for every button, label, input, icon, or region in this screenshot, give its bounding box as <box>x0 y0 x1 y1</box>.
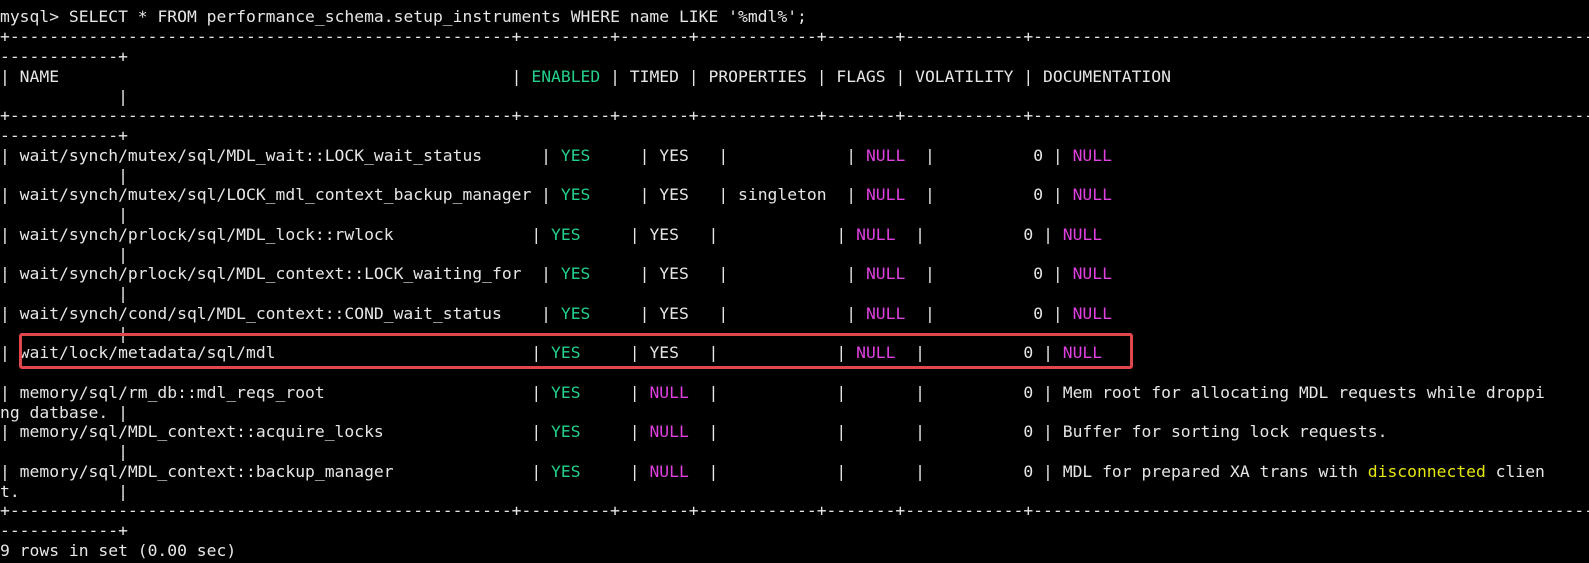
sql-command: SELECT * FROM performance_schema.setup_i… <box>68 7 807 26</box>
table-row: | memory/sql/rm_db::mdl_reqs_root | YES … <box>0 383 1545 403</box>
row-sep: | <box>590 185 660 204</box>
row-timed: NULL <box>649 422 689 441</box>
row-name-cell: | wait/synch/mutex/sql/MDL_wait::LOCK_wa… <box>0 146 561 165</box>
row-sep: | <box>590 304 660 323</box>
table-row-wrap: | <box>0 324 128 343</box>
table-border-mid-wrap: ------------+ <box>0 126 128 145</box>
row-rest: | | | 0 | Mem root for allocating MDL re… <box>688 383 1545 402</box>
table-row: | wait/synch/prlock/sql/MDL_context::LOC… <box>0 264 1112 284</box>
table-border-bottom-wrap: ------------+ <box>0 521 128 540</box>
table-row: | wait/synch/mutex/sql/MDL_wait::LOCK_wa… <box>0 146 1112 166</box>
row-timed: NULL <box>649 462 689 481</box>
row-documentation: NULL <box>1072 304 1112 323</box>
table-row-wrap: | <box>0 442 128 461</box>
row-volatility: | 0 | <box>905 304 1073 323</box>
row-flags: NULL <box>856 225 896 244</box>
header-rest: | TIMED | PROPERTIES | FLAGS | VOLATILIT… <box>600 67 1171 86</box>
row-timed: NULL <box>649 383 689 402</box>
row-volatility: | 0 | <box>895 343 1063 362</box>
row-flags: NULL <box>865 146 906 165</box>
header-name: | NAME | <box>0 67 532 86</box>
row-timed: YES <box>659 185 689 204</box>
row-properties: | | <box>688 264 866 283</box>
row-volatility: | 0 | <box>905 185 1073 204</box>
row-name-cell: | memory/sql/rm_db::mdl_reqs_root | <box>0 383 552 402</box>
table-row-wrap: | <box>0 205 128 224</box>
mysql-prompt: mysql> <box>0 7 69 26</box>
row-timed: YES <box>659 146 689 165</box>
row-volatility: | 0 | <box>905 264 1073 283</box>
row-volatility: | 0 | <box>895 225 1063 244</box>
table-border-top-wrap: ------------+ <box>0 47 128 66</box>
row-name-cell: | memory/sql/MDL_context::acquire_locks … <box>0 422 552 441</box>
table-row-wrap: t. | <box>0 482 128 501</box>
row-volatility: | 0 | <box>905 146 1073 165</box>
table-row-wrap: | <box>0 166 128 185</box>
table-row: | wait/synch/mutex/sql/LOCK_mdl_context_… <box>0 185 1112 205</box>
row-flags: NULL <box>856 343 896 362</box>
table-border-bottom: +---------------------------------------… <box>0 501 1589 520</box>
table-header-row: | NAME | ENABLED | TIMED | PROPERTIES | … <box>0 67 1171 87</box>
table-border-top: +---------------------------------------… <box>0 27 1589 46</box>
result-summary: 9 rows in set (0.00 sec) <box>0 541 237 560</box>
row-enabled: YES <box>551 422 581 441</box>
row-name-cell: | wait/synch/prlock/sql/MDL_lock::rwlock… <box>0 225 552 244</box>
table-row-wrap: ng datbase. | <box>0 403 128 422</box>
highlighted-word: disconnected <box>1367 462 1486 481</box>
table-row-highlighted: | wait/lock/metadata/sql/mdl | YES | YES… <box>0 343 1102 363</box>
row-name-cell: | wait/lock/metadata/sql/mdl | <box>0 343 552 362</box>
row-sep: | <box>580 225 650 244</box>
row-sep: | <box>580 462 650 481</box>
row-enabled: YES <box>560 264 591 283</box>
row-sep: | <box>590 146 660 165</box>
row-properties: | | <box>678 225 857 244</box>
table-header-wrap: | <box>0 87 128 106</box>
row-timed: YES <box>659 264 689 283</box>
row-rest: | | | 0 | Buffer for sorting lock reques… <box>688 422 1388 441</box>
row-documentation: NULL <box>1072 146 1112 165</box>
row-enabled: YES <box>560 185 591 204</box>
row-flags: NULL <box>865 304 906 323</box>
row-flags: NULL <box>865 185 906 204</box>
row-sep: | <box>580 343 650 362</box>
row-timed: YES <box>659 304 689 323</box>
table-row-wrap: | <box>0 245 128 264</box>
row-name-cell: | wait/synch/mutex/sql/LOCK_mdl_context_… <box>0 185 561 204</box>
table-row: | wait/synch/prlock/sql/MDL_lock::rwlock… <box>0 225 1102 245</box>
row-sep: | <box>580 383 650 402</box>
row-enabled: YES <box>551 225 581 244</box>
table-row: | memory/sql/MDL_context::acquire_locks … <box>0 422 1387 442</box>
row-rest: | | | 0 | MDL for prepared XA trans with <box>688 462 1368 481</box>
header-enabled: ENABLED <box>531 67 601 86</box>
table-row: | wait/synch/cond/sql/MDL_context::COND_… <box>0 304 1112 324</box>
row-documentation: NULL <box>1072 185 1112 204</box>
row-properties: | | <box>678 343 857 362</box>
terminal-window[interactable]: mysql> SELECT * FROM performance_schema.… <box>0 0 1589 563</box>
row-enabled: YES <box>560 146 591 165</box>
row-name-cell: | memory/sql/MDL_context::backup_manager… <box>0 462 552 481</box>
row-documentation: NULL <box>1072 264 1112 283</box>
row-enabled: YES <box>551 383 581 402</box>
command-line: mysql> SELECT * FROM performance_schema.… <box>0 7 807 27</box>
row-documentation: NULL <box>1062 343 1103 362</box>
row-name-cell: | wait/synch/cond/sql/MDL_context::COND_… <box>0 304 561 323</box>
row-name-cell: | wait/synch/prlock/sql/MDL_context::LOC… <box>0 264 561 283</box>
row-properties: | singleton | <box>688 185 866 204</box>
row-doc-tail: clien <box>1485 462 1545 481</box>
row-timed: YES <box>649 225 679 244</box>
row-timed: YES <box>649 343 679 362</box>
row-enabled: YES <box>560 304 591 323</box>
table-row-wrap: | <box>0 284 128 303</box>
row-properties: | | <box>688 304 866 323</box>
row-sep: | <box>580 422 650 441</box>
row-enabled: YES <box>551 462 581 481</box>
table-row: | memory/sql/MDL_context::backup_manager… <box>0 462 1545 482</box>
row-flags: NULL <box>865 264 906 283</box>
row-properties: | | <box>688 146 866 165</box>
table-border-mid: +---------------------------------------… <box>0 106 1589 125</box>
row-enabled: YES <box>551 343 581 362</box>
row-sep: | <box>590 264 660 283</box>
row-documentation: NULL <box>1062 225 1103 244</box>
